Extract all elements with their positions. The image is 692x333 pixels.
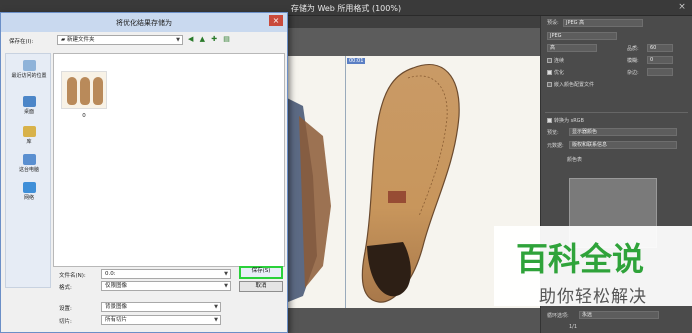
dialog-title: 将优化结果存储为 (116, 19, 172, 27)
place-label: 最近访问的位置 (11, 73, 47, 79)
chevron-down-icon: ▼ (176, 37, 180, 43)
quality-input[interactable]: 60 (647, 44, 673, 52)
place-recent[interactable]: 最近访问的位置 (6, 60, 52, 79)
optimized-checkbox[interactable] (547, 70, 552, 75)
embed-profile-row[interactable]: 嵌入颜色配置文件 (547, 81, 686, 90)
file-thumbnail[interactable] (61, 71, 107, 109)
settings-value: 背景图像 (105, 304, 128, 310)
progressive-label: 连续 (554, 58, 565, 64)
matte-select[interactable] (647, 68, 673, 76)
embed-profile-label: 嵌入颜色配置文件 (554, 82, 595, 88)
format-label: 格式: (59, 285, 72, 291)
quality-level-select[interactable]: 高 (547, 44, 597, 52)
filename-label: 文件名(N): (59, 273, 86, 279)
color-table-label: 颜色表 (567, 157, 583, 163)
save-in-value: 新建文件夹 (66, 37, 95, 43)
watermark-subtitle: 助你轻松解决 (539, 287, 647, 307)
animation-select[interactable]: 永远 (579, 311, 659, 319)
thumb-shoe (67, 77, 77, 105)
place-label: 这台电脑 (18, 167, 39, 173)
network-icon (22, 182, 36, 193)
recent-places-icon (22, 60, 36, 71)
place-label: 网络 (23, 195, 34, 201)
chevron-down-icon: ▼ (214, 304, 218, 310)
format-select[interactable]: JPEG (547, 32, 617, 40)
thumb-shoe (93, 77, 103, 105)
slice-divider (345, 56, 346, 308)
progressive-checkbox[interactable] (547, 58, 552, 63)
file-thumbnail-name: 0 (82, 113, 86, 119)
settings-label: 设置: (59, 306, 72, 312)
chevron-down-icon: ▼ (224, 283, 228, 289)
save-dialog: 将优化结果存储为 × 保存在(I): ▰ 新建文件夹 ▼ ◀ ▲ ✚ ▤ 最近访… (0, 12, 288, 333)
format-select[interactable]: 仅限图像 ▼ (101, 281, 231, 291)
watermark-logo: 百科全说 (516, 240, 644, 278)
close-icon[interactable]: × (269, 15, 283, 26)
place-computer[interactable]: 这台电脑 (6, 154, 52, 173)
canvas-bottom-margin (282, 308, 540, 333)
embed-profile-checkbox[interactable] (547, 82, 552, 87)
optimized-label: 优化 (554, 70, 565, 76)
cancel-button[interactable]: 取消 (239, 281, 283, 292)
place-label: 桌面 (23, 109, 34, 115)
canvas-top-margin (282, 28, 540, 56)
library-icon (22, 126, 36, 137)
desktop-icon (22, 96, 36, 107)
slices-select[interactable]: 所有切片 ▼ (101, 315, 221, 325)
place-library[interactable]: 库 (6, 126, 52, 145)
blur-label: 模糊: (627, 58, 639, 64)
filename-value: 0.0: (105, 271, 116, 277)
place-desktop[interactable]: 桌面 (6, 96, 52, 115)
save-button[interactable]: 保存(S) (239, 266, 283, 279)
format-value: 仅限图像 (105, 283, 128, 289)
preset-label: 预设: (547, 20, 559, 26)
chevron-down-icon: ▼ (224, 271, 228, 277)
preset-select[interactable]: JPEG 高 (563, 19, 643, 27)
watermark-logo-text: 百科全说 (516, 240, 644, 278)
places-bar: 最近访问的位置 桌面 库 这台电脑 网络 (5, 53, 51, 288)
blur-input[interactable]: 0 (647, 56, 673, 64)
convert-checkbox[interactable] (547, 118, 552, 123)
preview-select[interactable]: 显示器颜色 (569, 128, 677, 136)
thumb-shoe (80, 77, 90, 105)
place-label: 库 (26, 139, 32, 145)
watermark: 百科全说 助你轻松解决 (494, 226, 692, 307)
save-in-select[interactable]: ▰ 新建文件夹 ▼ (57, 35, 183, 45)
slices-value: 所有切片 (105, 317, 128, 323)
place-network[interactable]: 网络 (6, 182, 52, 201)
convert-label: 转换为 sRGB (554, 118, 584, 124)
dialog-titlebar: 将优化结果存储为 × (1, 13, 287, 32)
page-counter: 1/1 (569, 324, 578, 330)
chevron-down-icon: ▼ (214, 317, 218, 323)
filename-input[interactable]: 0.0: ▼ (101, 269, 231, 279)
settings-select[interactable]: 背景图像 ▼ (101, 302, 221, 312)
save-in-label: 保存在(I): (9, 39, 34, 45)
computer-icon (22, 154, 36, 165)
nav-toolbar-icons[interactable]: ◀ ▲ ✚ ▤ (188, 35, 232, 45)
convert-row[interactable]: 转换为 sRGB (547, 117, 686, 126)
panel-divider (545, 112, 688, 113)
slice-tag: 00:01 (347, 58, 366, 64)
quality-label: 品质: (627, 46, 639, 52)
close-icon[interactable]: × (676, 2, 688, 12)
metadata-select[interactable]: 版权和联系信息 (569, 141, 677, 149)
matte-label: 杂边: (627, 70, 639, 76)
slices-label: 切片: (59, 319, 72, 325)
